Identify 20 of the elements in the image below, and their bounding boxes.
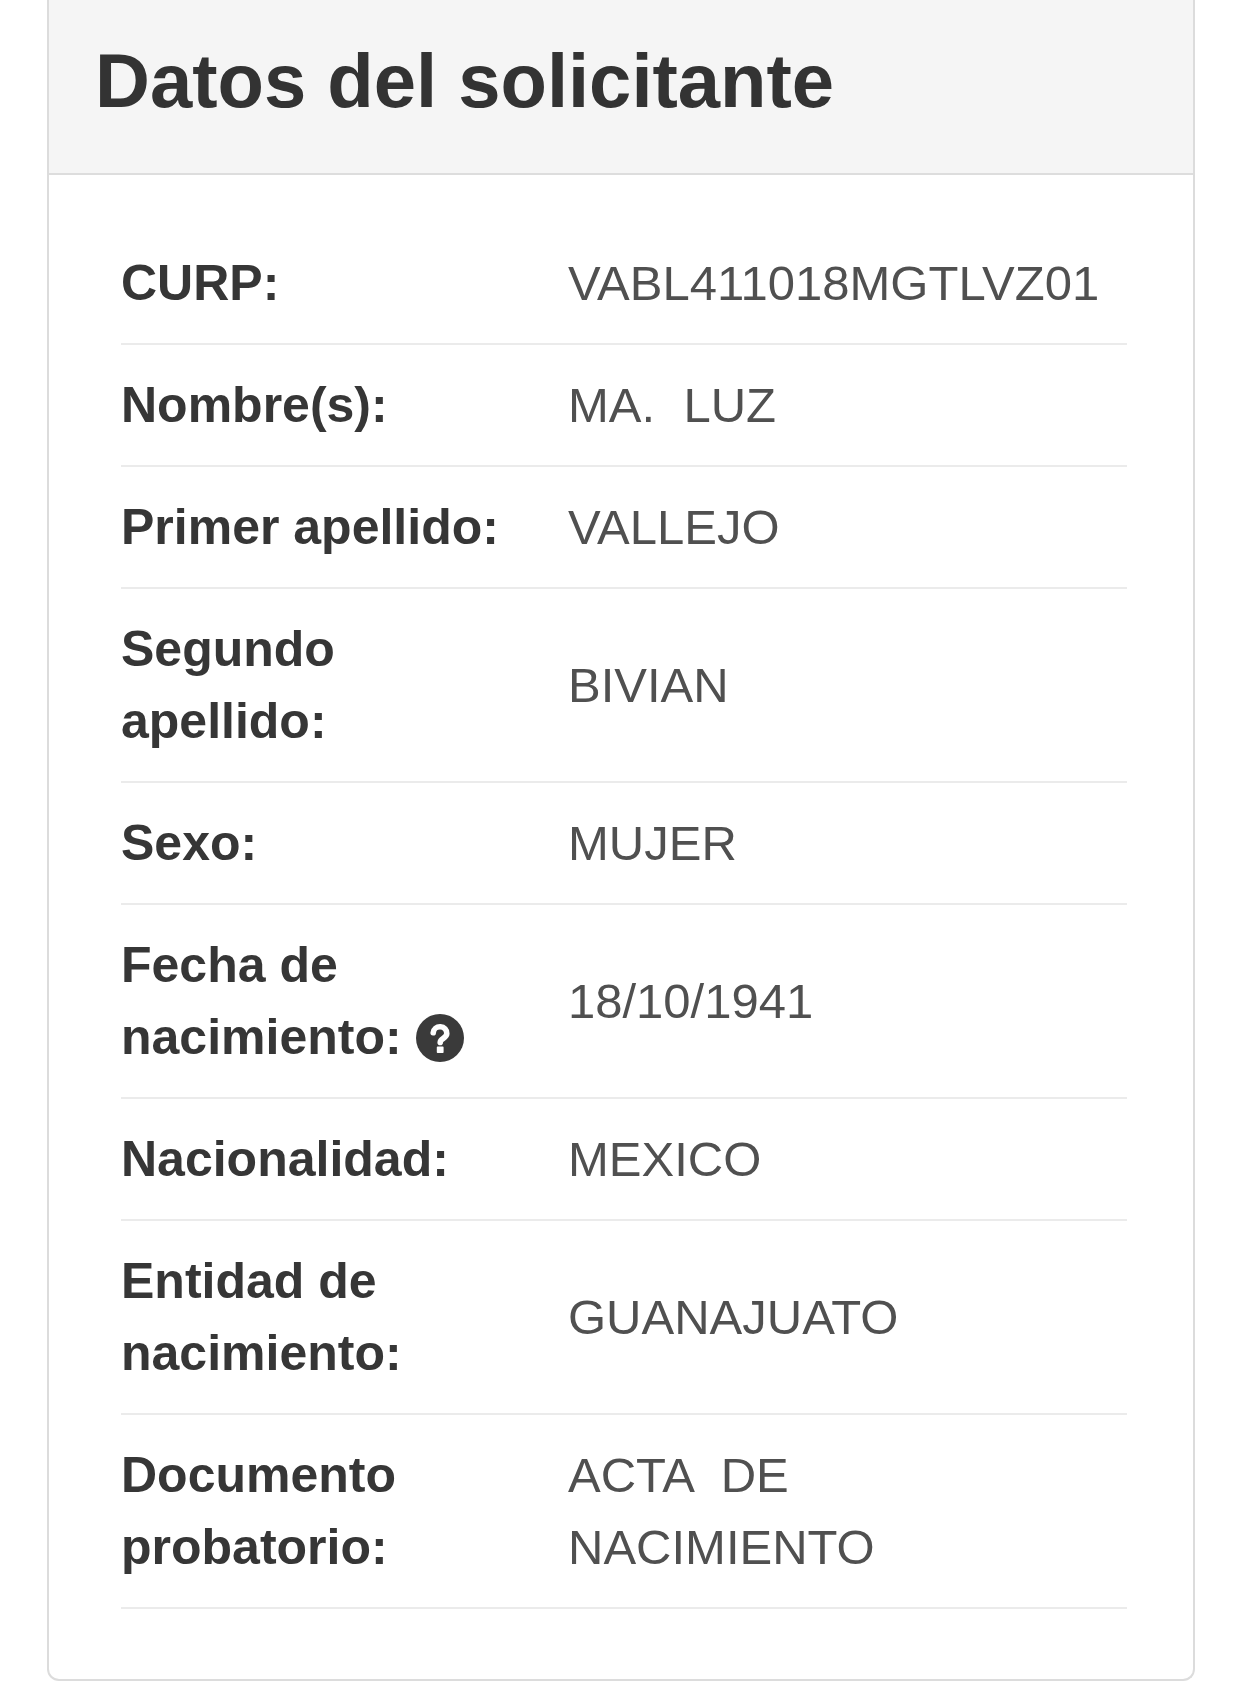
field-value: ACTA DE NACIMIENTO bbox=[568, 1448, 875, 1574]
field-label: Primer apellido: bbox=[121, 499, 499, 555]
field-value: VALLEJO bbox=[568, 500, 780, 554]
field-label: Documento probatorio: bbox=[121, 1447, 396, 1575]
field-label: Nacionalidad: bbox=[121, 1131, 449, 1187]
field-value: VABL411018MGTLVZ01 bbox=[568, 256, 1100, 310]
help-icon[interactable] bbox=[415, 1014, 464, 1062]
field-value: BIVIAN bbox=[568, 658, 729, 712]
field-label: Fecha de nacimiento: bbox=[121, 937, 402, 1065]
field-value: MEXICO bbox=[568, 1132, 762, 1186]
field-label: Segundo apellido: bbox=[121, 621, 335, 749]
field-value: 18/10/1941 bbox=[568, 974, 814, 1028]
field-value: MA. LUZ bbox=[568, 378, 776, 432]
field-label: Entidad de nacimiento: bbox=[121, 1253, 402, 1381]
field-label: Sexo: bbox=[121, 815, 258, 871]
field-label: CURP: bbox=[121, 255, 280, 311]
card-title: Datos del solicitante bbox=[95, 36, 835, 124]
field-value: GUANAJUATO bbox=[568, 1290, 899, 1344]
field-label: Nombre(s): bbox=[121, 377, 388, 433]
field-value: MUJER bbox=[568, 816, 737, 870]
